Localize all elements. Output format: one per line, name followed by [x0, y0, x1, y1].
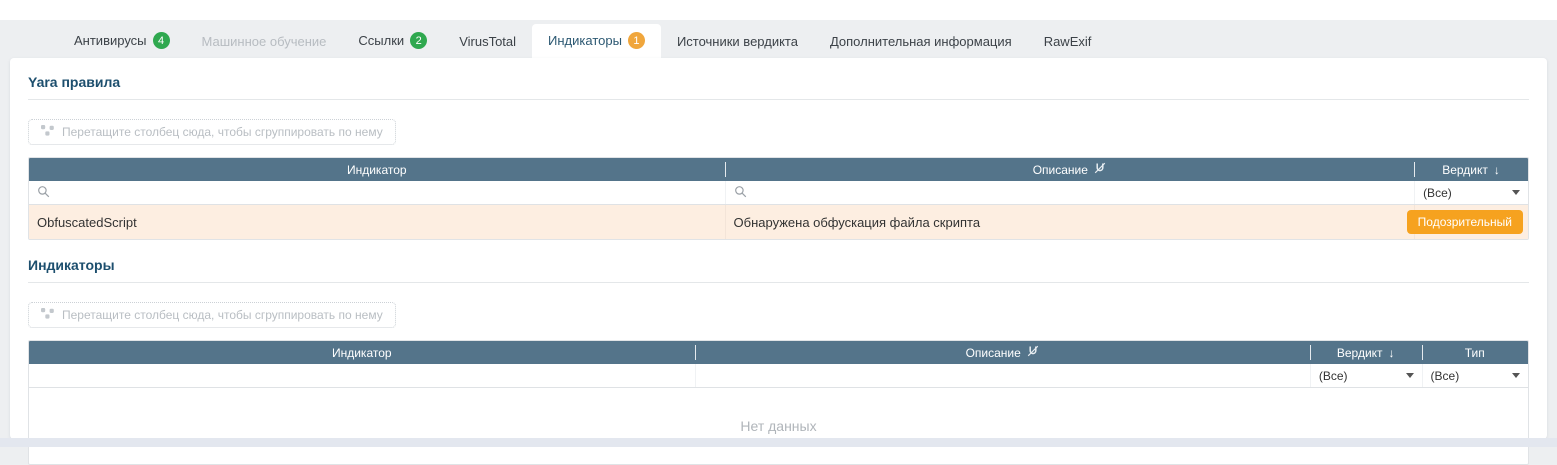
table-row[interactable]: ObfuscatedScript Обнаружена обфускация ф… — [29, 205, 1528, 239]
tab-label: Ссылки — [358, 33, 404, 48]
tab-links[interactable]: Ссылки 2 — [342, 24, 443, 58]
yara-table: Индикатор Описание Вердикт ↓ — [28, 157, 1529, 240]
column-label: Вердикт — [1442, 163, 1488, 177]
search-icon — [734, 185, 747, 201]
verdict-badge: Подозрительный — [1407, 210, 1523, 234]
column-label: Индикатор — [332, 346, 392, 360]
caret-down-icon — [1406, 373, 1414, 378]
filter-selected-value: (Все) — [1423, 186, 1452, 200]
tab-additional-info[interactable]: Дополнительная информация — [814, 26, 1028, 58]
yara-table-header: Индикатор Описание Вердикт ↓ — [29, 158, 1528, 181]
column-label: Вердикт — [1337, 346, 1383, 360]
cell-indicator: ObfuscatedScript — [29, 205, 725, 239]
indicators-section-title: Индикаторы — [28, 253, 1529, 283]
tab-label: Машинное обучение — [202, 34, 327, 49]
indicator-filter-input[interactable] — [29, 364, 695, 387]
empty-table-message: Нет данных — [29, 388, 1528, 464]
column-label: Индикатор — [347, 163, 407, 177]
drag-hint-label: Перетащите столбец сюда, чтобы сгруппиро… — [62, 308, 383, 322]
tab-count-badge: 1 — [628, 32, 645, 49]
drag-hint-label: Перетащите столбец сюда, чтобы сгруппиро… — [62, 125, 383, 139]
column-header-type[interactable]: Тип — [1422, 341, 1528, 364]
column-header-verdict[interactable]: Вердикт ↓ — [1414, 158, 1528, 181]
type-filter-select[interactable]: (Все) — [1422, 364, 1528, 387]
indicators-panel: Yara правила Перетащите столбец сюда, чт… — [10, 58, 1547, 439]
tab-machine-learning[interactable]: Машинное обучение — [186, 26, 343, 58]
tab-bar: Антивирусы 4 Машинное обучение Ссылки 2 … — [0, 20, 1557, 58]
caret-down-icon — [1512, 373, 1520, 378]
magnet-slash-icon — [1027, 345, 1039, 360]
tab-count-badge: 2 — [410, 32, 427, 49]
column-header-verdict[interactable]: Вердикт ↓ — [1310, 341, 1422, 364]
tab-label: RawExif — [1044, 34, 1092, 49]
search-icon — [37, 185, 50, 201]
description-filter-input[interactable] — [695, 364, 1310, 387]
tab-count-badge: 4 — [153, 32, 170, 49]
yara-filter-row: (Все) — [29, 181, 1528, 205]
tab-rawexif[interactable]: RawExif — [1028, 26, 1108, 58]
tab-verdict-sources[interactable]: Источники вердикта — [661, 26, 814, 58]
tab-label: Источники вердикта — [677, 34, 798, 49]
description-filter-input[interactable] — [725, 181, 1415, 204]
group-icon — [41, 125, 54, 139]
column-label: Тип — [1465, 346, 1485, 360]
filter-selected-value: (Все) — [1431, 369, 1460, 383]
sort-desc-icon: ↓ — [1389, 346, 1395, 360]
cell-verdict: Подозрительный — [1414, 205, 1528, 239]
indicator-filter-input[interactable] — [29, 181, 725, 204]
column-header-indicator[interactable]: Индикатор — [29, 158, 725, 181]
bottom-strip — [0, 438, 1557, 447]
column-header-description[interactable]: Описание — [725, 158, 1415, 181]
magnet-slash-icon — [1094, 162, 1106, 177]
column-header-description[interactable]: Описание — [695, 341, 1310, 364]
indicators-group-drop-zone[interactable]: Перетащите столбец сюда, чтобы сгруппиро… — [28, 302, 396, 328]
sort-desc-icon: ↓ — [1494, 163, 1500, 177]
cell-description: Обнаружена обфускация файла скрипта — [725, 205, 1415, 239]
page: Антивирусы 4 Машинное обучение Ссылки 2 … — [0, 0, 1557, 447]
verdict-filter-select[interactable]: (Все) — [1414, 181, 1528, 204]
yara-group-drop-zone[interactable]: Перетащите столбец сюда, чтобы сгруппиро… — [28, 119, 396, 145]
indicators-table-header: Индикатор Описание Вердикт ↓ — [29, 341, 1528, 364]
column-label: Описание — [966, 346, 1021, 360]
caret-down-icon — [1512, 190, 1520, 195]
column-label: Описание — [1033, 163, 1088, 177]
tab-label: Антивирусы — [74, 33, 147, 48]
top-strip — [0, 0, 1557, 20]
indicators-filter-row: (Все) (Все) — [29, 364, 1528, 388]
yara-section-title: Yara правила — [28, 70, 1529, 100]
column-header-indicator[interactable]: Индикатор — [29, 341, 695, 364]
verdict-filter-select[interactable]: (Все) — [1310, 364, 1422, 387]
filter-selected-value: (Все) — [1319, 369, 1348, 383]
tab-label: Дополнительная информация — [830, 34, 1012, 49]
tab-antiviruses[interactable]: Антивирусы 4 — [58, 24, 186, 58]
group-icon — [41, 308, 54, 322]
tab-label: VirusTotal — [459, 34, 516, 49]
tab-label: Индикаторы — [548, 33, 622, 48]
tab-indicators[interactable]: Индикаторы 1 — [532, 24, 661, 58]
tab-virustotal[interactable]: VirusTotal — [443, 26, 532, 58]
